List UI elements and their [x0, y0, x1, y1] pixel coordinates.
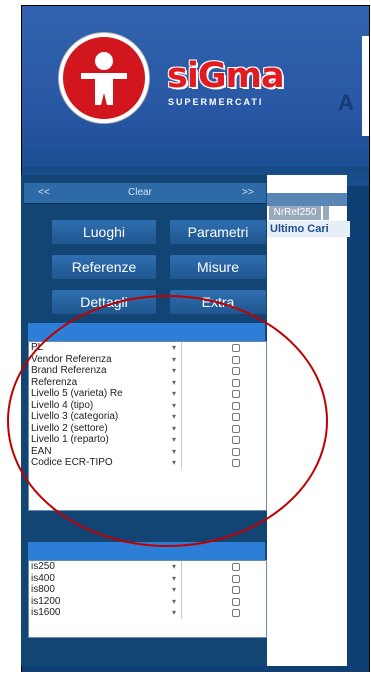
tab-nrref250[interactable]: NrRef250: [269, 206, 321, 220]
person-figure-icon: [81, 52, 127, 105]
annotation-ellipse: [7, 295, 328, 547]
column-divider: [181, 607, 182, 619]
sigma-logo-icon: [59, 33, 149, 123]
column-divider: [181, 584, 182, 596]
measure-label: is1600: [31, 607, 61, 618]
measure-label: is400: [31, 572, 55, 584]
measure-row: is250 ▾: [29, 561, 266, 573]
navigation-bar: << Clear >>: [24, 183, 266, 204]
column-divider: [181, 561, 182, 573]
measures-list: is250 ▾ is400 ▾ is800 ▾ is1200 ▾ is1600 ▾: [28, 560, 267, 638]
measure-label: is250: [31, 561, 55, 572]
results-tabbar: [267, 193, 347, 206]
brand-tagline: SUPERMERCATI: [168, 97, 264, 107]
measure-row: is1200 ▾: [29, 595, 266, 608]
measure-checkbox[interactable]: [232, 574, 240, 583]
measure-label: is1200: [31, 595, 61, 607]
measure-checkbox[interactable]: [232, 563, 240, 571]
measure-label: is800: [31, 584, 55, 595]
header-title-fragment: A: [338, 90, 354, 115]
next-button[interactable]: >>: [242, 187, 254, 198]
prev-button[interactable]: <<: [38, 187, 50, 198]
luoghi-button[interactable]: Luoghi: [52, 220, 156, 244]
results-subheader: Ultimo Cari: [267, 221, 350, 237]
dropdown-arrow-icon[interactable]: ▾: [172, 584, 176, 596]
measure-row: is400 ▾: [29, 572, 266, 585]
column-divider: [181, 572, 182, 584]
referenze-button[interactable]: Referenze: [52, 255, 156, 279]
tab-next[interactable]: [323, 206, 329, 220]
measure-checkbox[interactable]: [232, 609, 240, 617]
column-divider: [181, 595, 182, 607]
brand-name: siGma: [167, 56, 285, 96]
dropdown-arrow-icon[interactable]: ▾: [172, 573, 176, 585]
measure-row: is1600 ▾: [29, 607, 266, 619]
misure-button[interactable]: Misure: [170, 255, 266, 279]
clear-button[interactable]: Clear: [128, 187, 152, 198]
measure-row: is800 ▾: [29, 584, 266, 596]
header-right-strip: [362, 36, 369, 136]
parametri-button[interactable]: Parametri: [170, 220, 266, 244]
dropdown-arrow-icon[interactable]: ▾: [172, 596, 176, 608]
dropdown-arrow-icon[interactable]: ▾: [172, 607, 176, 619]
measure-checkbox[interactable]: [232, 586, 240, 594]
measure-checkbox[interactable]: [232, 597, 240, 606]
dropdown-arrow-icon[interactable]: ▾: [172, 561, 176, 573]
